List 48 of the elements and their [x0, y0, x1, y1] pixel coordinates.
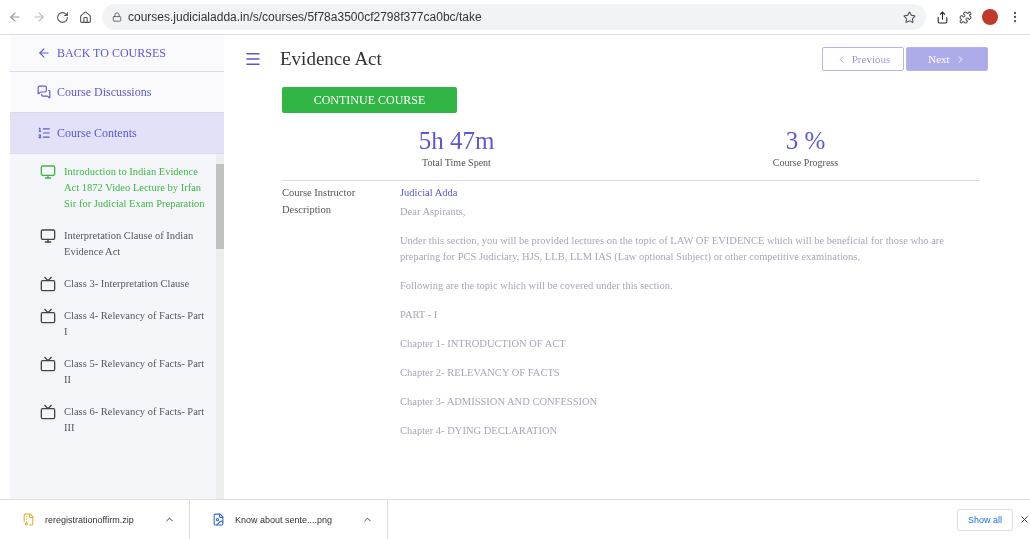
close-icon[interactable] — [1019, 514, 1030, 525]
description-paragraph: Following are the topic which will be covered under this section. — [400, 279, 674, 293]
description-paragraph: PART - I — [400, 308, 439, 322]
download-item[interactable]: reregistrationoffirm.zip — [0, 500, 190, 539]
sidebar-nav-item[interactable]: Course Discussions — [10, 72, 224, 113]
image-file-icon — [211, 513, 225, 526]
share-icon[interactable] — [936, 10, 949, 24]
chat-icon — [37, 85, 51, 99]
description-paragraph: Chapter 2- RELEVANCY OF FACTS — [400, 366, 561, 380]
instructor-label: Course Instructor — [282, 187, 357, 198]
star-icon[interactable] — [903, 10, 916, 24]
lesson-item[interactable]: Interpretation Clause of Indian Evidence Act — [40, 228, 216, 260]
lesson-item[interactable]: Class 6- Relevancy of Facts- Part III — [40, 404, 216, 436]
scrollbar[interactable] — [216, 154, 224, 499]
stat-value: 3 % — [785, 127, 826, 155]
puzzle-icon[interactable] — [959, 10, 972, 24]
description-paragraph: Chapter 3- ADMISSION AND CONFESSION — [400, 395, 599, 409]
avatar-icon[interactable] — [982, 9, 998, 25]
stat-label: Course Progress — [772, 157, 839, 168]
description-label: Description — [282, 204, 332, 217]
back-icon[interactable] — [8, 10, 22, 24]
lock-icon — [112, 12, 122, 22]
tv-icon — [40, 276, 56, 292]
reload-icon[interactable] — [56, 10, 69, 24]
menu-icon[interactable] — [244, 50, 262, 68]
lesson-item[interactable]: Class 3- Interpretation Clause — [40, 276, 216, 292]
sidebar-nav-item[interactable]: Course Contents — [10, 113, 224, 154]
tv-icon — [40, 308, 56, 324]
home-icon[interactable] — [79, 10, 92, 24]
course-title: Evidence Act — [280, 48, 383, 70]
list-icon — [37, 126, 51, 140]
description-paragraph: Dear Aspirants, — [400, 205, 467, 219]
address-bar[interactable]: courses.judicialadda.in/s/courses/5f78a3500cf2798f377ca0bc/take — [102, 4, 926, 30]
stat-label: Total Time Spent — [422, 157, 491, 168]
instructor-link[interactable]: Judicial Adda — [400, 187, 458, 198]
download-item[interactable]: Know about sente....png — [189, 500, 388, 539]
description-paragraph: Chapter 4- DYING DECLARATION — [400, 424, 559, 438]
tv-icon — [40, 356, 56, 372]
tv-icon — [40, 404, 56, 420]
lesson-item[interactable]: Class 4- Relevancy of Facts- Part I — [40, 308, 216, 340]
description-paragraph: Chapter 1- INTRODUCTION OF ACT — [400, 337, 567, 351]
stat-value: 5h 47m — [418, 127, 495, 155]
description-paragraph: Under this section, you will be provided lectures on the topic of LAW OF EVIDENCE which will be beneficial for those who are preparing for PCS Judiciary, HJS, LLB, LLM IAS (Law optional Subject) or other competitive examinations. — [400, 234, 945, 264]
lesson-item[interactable]: Class 5- Relevancy of Facts- Part II — [40, 356, 216, 388]
zip-file-icon — [22, 513, 35, 526]
back-to-courses-link[interactable]: BACK TO COURSES — [10, 35, 224, 72]
show-all-button[interactable]: Show all — [956, 508, 1013, 531]
url-text: courses.judicialadda.in/s/courses/5f78a3500cf2798f377ca0bc/take — [128, 10, 482, 24]
